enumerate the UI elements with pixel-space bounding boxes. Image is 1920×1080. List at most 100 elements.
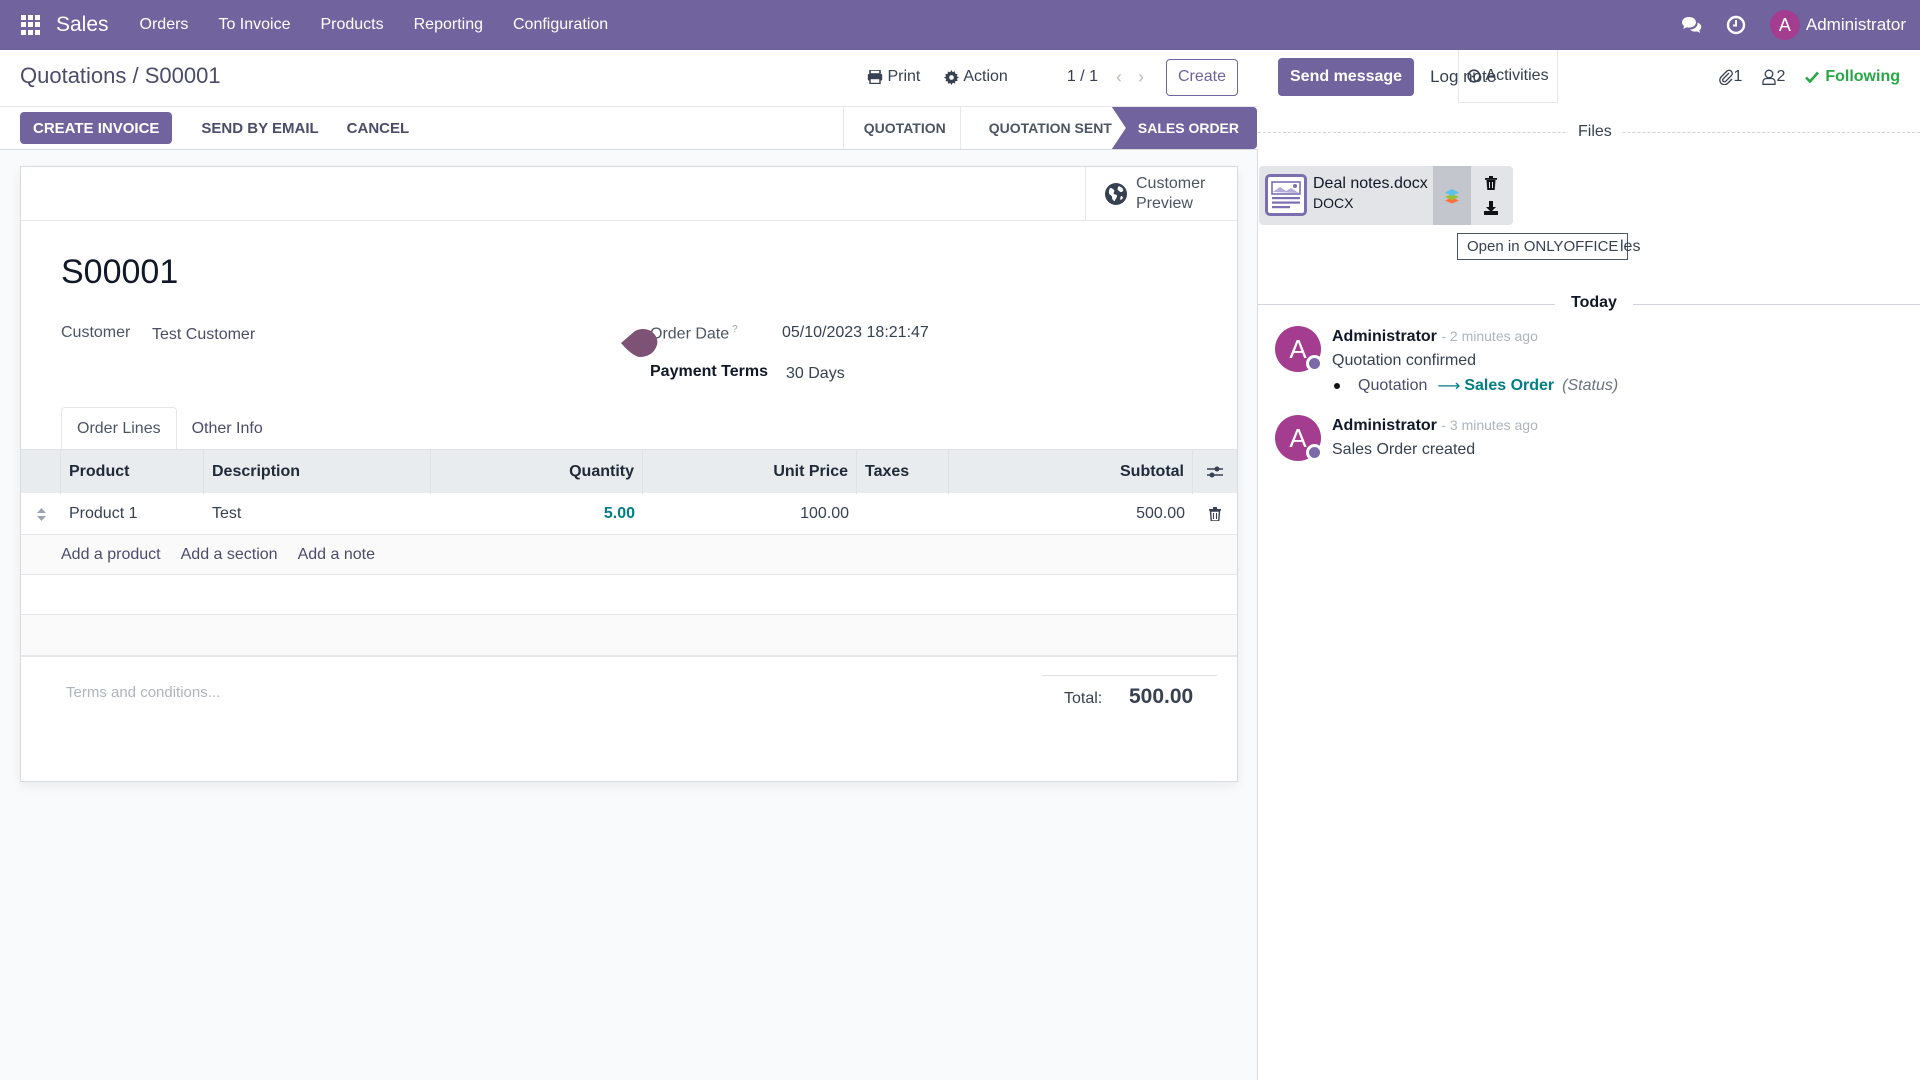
gear-icon	[944, 69, 960, 85]
download-icon[interactable]	[1484, 201, 1498, 216]
apps-grid-icon[interactable]	[21, 15, 41, 35]
message-text: Quotation confirmed	[1332, 352, 1477, 369]
column-quantity[interactable]: Quantity	[431, 450, 643, 494]
user-avatar[interactable]: A	[1769, 10, 1800, 40]
message-author[interactable]: Administrator	[1332, 328, 1437, 345]
action-label: Action	[963, 68, 1008, 85]
menu-configuration[interactable]: Configuration	[498, 16, 623, 34]
menu-to-invoice[interactable]: To Invoice	[203, 16, 305, 34]
cell-description[interactable]: Test	[204, 493, 431, 535]
following-label: Following	[1825, 67, 1900, 85]
chatter-panel: Send message Log note Activities 1 2 Fol…	[1258, 50, 1920, 1080]
total-amount: 500.00	[1129, 685, 1194, 708]
author-avatar[interactable]: A	[1275, 326, 1323, 372]
column-taxes[interactable]: Taxes	[857, 450, 949, 494]
image-file-icon	[1265, 174, 1307, 216]
customer-label: Customer	[61, 324, 131, 341]
message-author[interactable]: Administrator	[1332, 417, 1437, 434]
trash-icon	[1209, 507, 1221, 521]
arrow-right-icon: ⟶	[1437, 378, 1461, 395]
attachments-button[interactable]: 1	[1718, 68, 1742, 86]
pager-next-icon[interactable]: ›	[1138, 67, 1144, 88]
column-subtotal[interactable]: Subtotal	[949, 450, 1193, 494]
author-avatar[interactable]: A	[1275, 415, 1323, 461]
stage-quotation[interactable]: QUOTATION	[842, 107, 960, 149]
send-message-button[interactable]: Send message	[1278, 57, 1415, 96]
column-unit-price[interactable]: Unit Price	[643, 450, 857, 494]
message-body: Administrator - 2 minutes ago Quotation …	[1332, 328, 1618, 396]
chat-bubbles-icon[interactable]	[1680, 13, 1704, 37]
order-date-field[interactable]: 05/10/2023 18:21:47	[782, 324, 929, 342]
pager-value[interactable]: 1 / 1	[1067, 68, 1098, 86]
delete-line-button[interactable]	[1193, 493, 1237, 535]
add-section-link[interactable]: Add a section	[181, 546, 278, 564]
menu-reporting[interactable]: Reporting	[399, 16, 498, 34]
clock-icon[interactable]	[1724, 13, 1748, 37]
optional-columns-toggle[interactable]	[1193, 450, 1237, 494]
user-name[interactable]: Administrator	[1806, 15, 1906, 35]
cell-taxes[interactable]	[857, 493, 949, 535]
open-in-onlyoffice-button[interactable]	[1433, 166, 1471, 225]
stage-sales-order[interactable]: SALES ORDER	[1111, 107, 1257, 149]
cancel-button[interactable]: CANCEL	[333, 120, 424, 137]
menu-products[interactable]: Products	[305, 16, 398, 34]
presence-status-icon	[1306, 355, 1323, 372]
table-row[interactable]: Product 1 Test 5.00 100.00 500.00	[21, 493, 1237, 535]
column-product[interactable]: Product	[61, 450, 204, 494]
form-sheet: Customer Preview S00001 Customer Test Cu…	[20, 166, 1238, 782]
form-action-buttons: CREATE INVOICE SEND BY EMAIL CANCEL	[20, 112, 423, 144]
following-button[interactable]: Following	[1805, 68, 1900, 86]
pager-previous-icon[interactable]: ‹	[1116, 67, 1122, 88]
add-product-link[interactable]: Add a product	[61, 546, 161, 564]
top-navbar: Sales Orders To Invoice Products Reporti…	[0, 0, 1920, 50]
tracking-old-value: Quotation	[1358, 377, 1428, 394]
customer-preview-button[interactable]: Customer Preview	[1085, 167, 1237, 221]
customer-field[interactable]: Test Customer	[152, 326, 255, 344]
message-date: - 2 minutes ago	[1441, 328, 1538, 344]
tracking-new-value: Sales Order	[1464, 377, 1555, 394]
add-note-link[interactable]: Add a note	[298, 546, 375, 564]
files-title: Files	[1568, 123, 1622, 141]
cell-unit-price[interactable]: 100.00	[643, 493, 857, 535]
activities-label: Activities	[1485, 67, 1549, 84]
row-drag-handle[interactable]	[21, 493, 61, 535]
sort-handle-icon	[36, 507, 46, 521]
breadcrumb[interactable]: Quotations / S00001	[20, 63, 221, 89]
send-by-email-button[interactable]: SEND BY EMAIL	[187, 120, 332, 137]
followers-count: 2	[1776, 67, 1786, 85]
cell-product[interactable]: Product 1	[61, 493, 204, 535]
order-date-label-text: Order Date	[650, 325, 730, 343]
handle-column	[21, 450, 61, 494]
navbar-systray: A Administrator	[1670, 0, 1920, 50]
user-icon	[1762, 69, 1777, 85]
help-tooltip-icon[interactable]: ?	[732, 324, 738, 335]
control-panel-actions: Print Action 1 / 1 ‹ › Create	[867, 58, 1238, 96]
tab-order-lines[interactable]: Order Lines	[61, 407, 177, 451]
activities-button[interactable]: Activities	[1458, 50, 1558, 103]
clock-icon	[1467, 69, 1482, 83]
followers-button[interactable]: 2	[1762, 68, 1785, 86]
stage-quotation-sent[interactable]: QUOTATION SENT	[959, 107, 1126, 149]
onlyoffice-tooltip: Open in ONLYOFFICE	[1457, 233, 1629, 260]
empty-row	[21, 615, 1237, 657]
create-invoice-button[interactable]: CREATE INVOICE	[20, 112, 173, 144]
date-label-today: Today	[1555, 294, 1633, 312]
terms-and-conditions-input[interactable]: Terms and conditions...	[66, 684, 220, 701]
menu-orders[interactable]: Orders	[125, 16, 204, 34]
action-button[interactable]: Action	[944, 68, 1008, 86]
payment-terms-field[interactable]: 30 Days	[786, 365, 845, 383]
trash-icon[interactable]	[1485, 175, 1497, 190]
control-panel: Quotations / S00001 Print Action 1 / 1 ‹…	[0, 50, 1258, 150]
author-initial: A	[1289, 422, 1307, 453]
button-box: Customer Preview	[21, 167, 1237, 221]
total-label: Total:	[1064, 690, 1103, 707]
print-button[interactable]: Print	[867, 68, 920, 86]
message-text: Sales Order created	[1332, 441, 1476, 458]
column-description[interactable]: Description	[204, 450, 431, 494]
print-icon	[868, 70, 883, 84]
tab-other-info[interactable]: Other Info	[177, 407, 278, 451]
attachment-card[interactable]: Deal notes.docx DOCX	[1259, 166, 1513, 225]
cell-quantity[interactable]: 5.00	[431, 493, 643, 535]
app-name[interactable]: Sales	[56, 13, 109, 37]
create-button[interactable]: Create	[1165, 58, 1238, 96]
